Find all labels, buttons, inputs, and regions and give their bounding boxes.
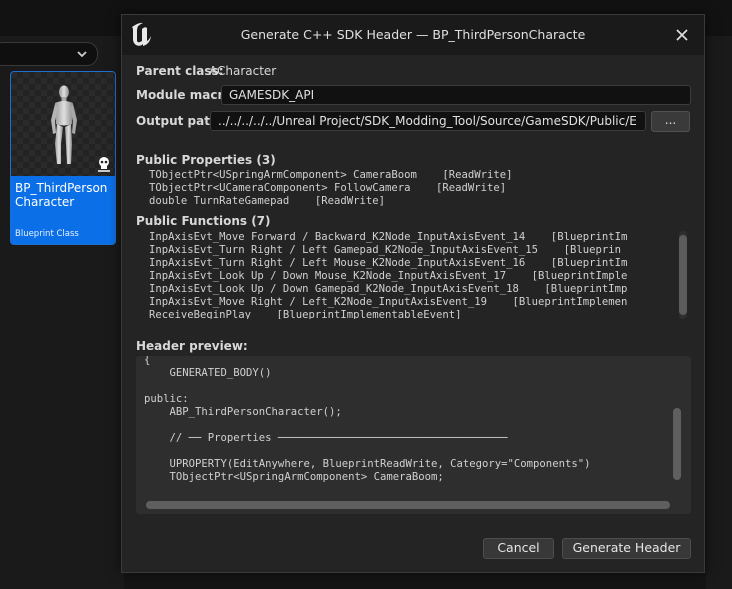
code-line: { [144,356,151,366]
property-item[interactable]: double TurnRateGamepad [ReadWrite] [149,195,385,208]
skeleton-icon [97,156,111,176]
function-item[interactable]: InpAxisEvt_Turn Right / Left Mouse_K2Nod… [149,257,627,270]
functions-scrollbar[interactable] [679,231,687,319]
code-line: TObjectPtr<USpringArmComponent> CameraBo… [144,471,444,483]
function-item[interactable]: InpAxisEvt_Look Up / Down Mouse_K2Node_I… [149,270,627,283]
browse-button[interactable]: ... [651,111,690,132]
properties-heading: Public Properties (3) [136,153,276,167]
function-item[interactable]: InpAxisEvt_Turn Right / Left Gamepad_K2N… [149,244,621,257]
function-item[interactable]: InpAxisEvt_Look Up / Down Gamepad_K2Node… [149,283,627,296]
functions-heading: Public Functions (7) [136,214,271,228]
preview-hscrollbar[interactable] [146,501,670,509]
property-item[interactable]: TObjectPtr<UCameraComponent> FollowCamer… [149,182,506,195]
function-item[interactable]: InpAxisEvt_Move Forward / Backward_K2Nod… [149,231,627,244]
code-line: UPROPERTY(EditAnywhere, BlueprintReadWri… [144,458,591,470]
property-item[interactable]: TObjectPtr<USpringArmComponent> CameraBo… [149,169,513,182]
chevron-down-icon [75,46,89,65]
parent-class-value: ACharacter [209,64,277,78]
function-item[interactable]: InpAxisEvt_Move Right / Left_K2Node_Inpu… [149,296,627,309]
asset-name: BP_ThirdPerson Character [15,181,108,209]
close-icon[interactable] [673,26,691,44]
preview-vscrollbar[interactable] [673,408,681,480]
dialog-title: Generate C++ SDK Header — BP_ThirdPerson… [240,27,586,42]
code-line: GENERATED_BODY() [144,367,272,379]
asset-tile-bp-thirdperson[interactable]: BP_ThirdPerson Character Blueprint Class [10,71,116,245]
module-macro-field[interactable]: GAMESDK_API [221,85,691,105]
functions-list[interactable]: InpAxisEvt_Move Forward / Backward_K2Nod… [136,231,688,319]
functions-scroll-thumb[interactable] [679,235,687,315]
asset-type: Blueprint Class [15,229,79,239]
dialog-title-bar[interactable]: Generate C++ SDK Header — BP_ThirdPerson… [122,15,704,55]
generate-header-button[interactable]: Generate Header [562,538,691,559]
editor-right-panel [706,36,732,589]
preview-vscroll-thumb[interactable] [673,408,681,480]
code-line: public: [144,393,189,405]
preview-heading: Header preview: [136,339,248,353]
filter-dropdown[interactable] [0,42,98,66]
generate-header-dialog: Generate C++ SDK Header — BP_ThirdPerson… [121,14,705,573]
code-line: // ── Properties ───────────────────────… [144,432,508,444]
code-line: ABP_ThirdPersonCharacter(); [144,406,342,418]
function-item[interactable]: ReceiveBeginPlay [BlueprintImplementable… [149,309,462,319]
output-path-field[interactable]: ../../../../../Unreal Project/SDK_Moddin… [210,111,646,131]
cancel-button[interactable]: Cancel [483,538,554,559]
header-preview[interactable]: { GENERATED_BODY() public: ABP_ThirdPers… [136,356,691,514]
